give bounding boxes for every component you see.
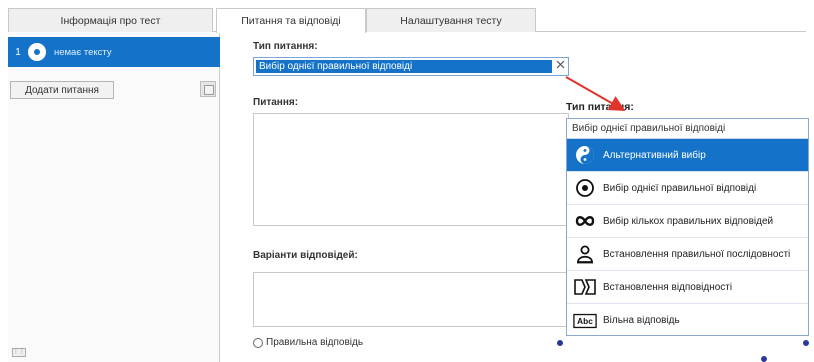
yin-yang-icon [573, 144, 597, 166]
question-number: 1 [15, 46, 21, 58]
question-item-text: немає тексту [54, 46, 112, 58]
resize-handle[interactable] [557, 340, 563, 346]
option-single-choice[interactable]: Вибір однієї правильної відповіді [567, 172, 808, 205]
option-free-answer[interactable]: Abc Вільна відповідь [567, 304, 808, 337]
questions-panel: 1 немає тексту Додати питання [8, 33, 220, 362]
option-label: Встановлення відповідності [603, 281, 733, 293]
option-label: Вільна відповідь [603, 315, 680, 326]
question-list-item[interactable]: 1 немає тексту [8, 37, 220, 67]
popup-type-label: Тип питання: [566, 101, 634, 113]
chevron-down-icon[interactable] [554, 60, 566, 73]
question-type-label: Тип питання: [253, 41, 318, 52]
resize-handle[interactable] [761, 356, 767, 362]
option-label: Вибір кількох правильних відповідей [603, 215, 774, 227]
radio-icon[interactable] [253, 337, 263, 348]
answer-textarea[interactable] [253, 272, 569, 327]
add-question-button[interactable]: Додати питання [10, 81, 114, 99]
question-type-select[interactable]: Вибір однієї правильної відповіді [253, 57, 569, 76]
abc-box-icon: Abc [573, 310, 597, 332]
answers-label: Варіанти відповідей: [253, 250, 358, 261]
option-matching[interactable]: Встановлення відповідності [567, 271, 808, 304]
resize-handle[interactable] [803, 340, 809, 346]
matching-icon [573, 276, 597, 298]
infinity-icon [573, 210, 597, 232]
question-type-dropdown: Вибір однієї правильної відповіді Альтер… [566, 118, 809, 336]
grip-icon[interactable]: ⋮⋮ [12, 348, 26, 357]
tab-bar: Інформація про тест Питання та відповіді… [8, 8, 806, 33]
question-textarea[interactable] [253, 113, 569, 226]
option-label: Встановлення правильної послідовності [603, 248, 791, 260]
tab-questions-answers[interactable]: Питання та відповіді [216, 8, 366, 33]
correct-answer-radio[interactable]: Правильна відповідь [253, 337, 363, 348]
dropdown-current-value[interactable]: Вибір однієї правильної відповіді [567, 119, 808, 139]
svg-text:Abc: Abc [577, 316, 593, 326]
option-alternative-choice[interactable]: Альтернативний вибір [567, 139, 808, 172]
radio-dot-icon [28, 43, 46, 61]
question-type-value: Вибір однієї правильної відповіді [256, 60, 552, 73]
panel-tool-icon[interactable] [200, 81, 216, 97]
option-label: Альтернативний вибір [603, 149, 706, 161]
radio-dot-icon [573, 177, 597, 199]
tab-test-settings[interactable]: Налаштування тесту [366, 8, 536, 32]
option-multiple-choice[interactable]: Вибір кількох правильних відповідей [567, 205, 808, 238]
correct-answer-label: Правильна відповідь [266, 337, 364, 348]
person-sequence-icon [573, 243, 597, 265]
option-sequence[interactable]: Встановлення правильної послідовності [567, 238, 808, 271]
option-label: Вибір однієї правильної відповіді [603, 182, 757, 194]
question-label: Питання: [253, 97, 299, 108]
tab-test-info[interactable]: Інформація про тест [8, 8, 213, 32]
